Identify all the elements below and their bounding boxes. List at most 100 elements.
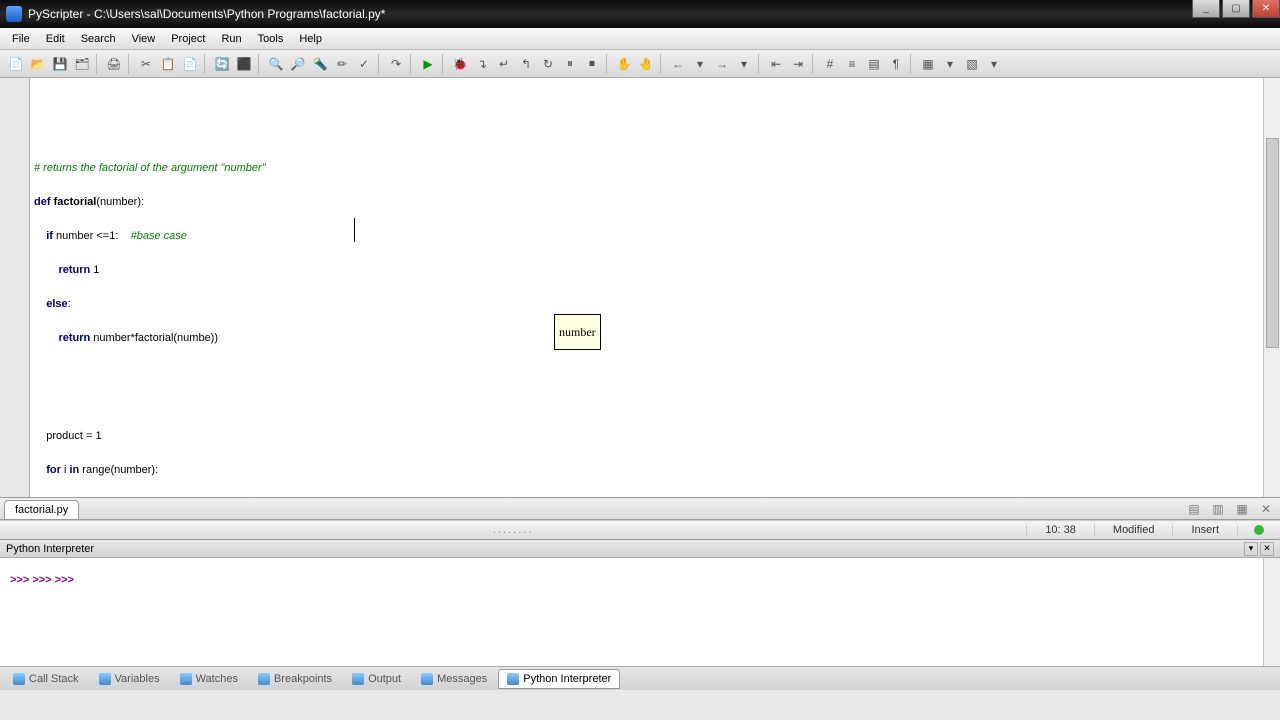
call-stack-icon bbox=[13, 673, 25, 685]
menu-tools[interactable]: Tools bbox=[250, 30, 292, 48]
maximize-button[interactable]: ▢ bbox=[1222, 0, 1250, 18]
stop2-icon[interactable]: ⏹ bbox=[582, 54, 602, 74]
minimize-button[interactable]: _ bbox=[1192, 0, 1220, 18]
toolbar: 📄 📂 💾 🗂 🖨 ✂ 📋 📄 🔄 ⬛ 🔍 🔎 🔦 ✏ ✓ ↷ ▶ 🐞 ↴ ↵ … bbox=[0, 50, 1280, 78]
breakpoints-icon bbox=[258, 673, 270, 685]
menu-file[interactable]: File bbox=[4, 30, 38, 48]
hash-icon[interactable]: # bbox=[820, 54, 840, 74]
step-over-icon[interactable]: ↴ bbox=[472, 54, 492, 74]
interpreter-header: Python Interpreter ▾ ✕ bbox=[0, 540, 1280, 558]
scroll-thumb[interactable] bbox=[1266, 138, 1279, 348]
dd2-icon[interactable]: ▾ bbox=[734, 54, 754, 74]
file-tab-factorial[interactable]: factorial.py bbox=[4, 500, 79, 519]
watches-icon bbox=[180, 673, 192, 685]
pause-icon[interactable]: ⏸ bbox=[560, 54, 580, 74]
dedent-icon[interactable]: ⇥ bbox=[788, 54, 808, 74]
status-bar: ........ 10: 38 Modified Insert bbox=[0, 520, 1280, 540]
tab-watches[interactable]: Watches bbox=[171, 669, 247, 689]
interp-scrollbar[interactable] bbox=[1263, 558, 1280, 666]
run-icon[interactable]: ▶ bbox=[418, 54, 438, 74]
dd3-icon[interactable]: ▾ bbox=[940, 54, 960, 74]
grab-icon[interactable]: 🤚 bbox=[636, 54, 656, 74]
tab-messages[interactable]: Messages bbox=[412, 669, 496, 689]
back-icon[interactable]: ← bbox=[668, 54, 688, 74]
interp-close-icon[interactable]: ✕ bbox=[1260, 542, 1274, 556]
menu-edit[interactable]: Edit bbox=[38, 30, 73, 48]
step-out-icon[interactable]: ↰ bbox=[516, 54, 536, 74]
tab-call-stack[interactable]: Call Stack bbox=[4, 669, 88, 689]
cont-icon[interactable]: ↻ bbox=[538, 54, 558, 74]
fwd-icon[interactable]: → bbox=[712, 54, 732, 74]
search-icon[interactable]: 🔍 bbox=[266, 54, 286, 74]
output-icon bbox=[352, 673, 364, 685]
status-position: 10: 38 bbox=[1026, 524, 1094, 536]
cut-icon[interactable]: ✂ bbox=[136, 54, 156, 74]
step-into-icon[interactable]: ↵ bbox=[494, 54, 514, 74]
check-icon[interactable]: ✓ bbox=[354, 54, 374, 74]
close-button[interactable]: ✕ bbox=[1252, 0, 1280, 18]
indent-icon[interactable]: ⇤ bbox=[766, 54, 786, 74]
prompt-3: >>> bbox=[55, 574, 74, 586]
tab-python-interpreter[interactable]: Python Interpreter bbox=[498, 669, 620, 689]
caret bbox=[354, 218, 355, 242]
editor-scrollbar[interactable] bbox=[1263, 78, 1280, 497]
window-titlebar: PyScripter - C:\Users\sal\Documents\Pyth… bbox=[0, 0, 1280, 28]
code-line-1: # returns the factorial of the argument … bbox=[34, 162, 266, 174]
new-icon[interactable]: 📄 bbox=[6, 54, 26, 74]
menu-search[interactable]: Search bbox=[73, 30, 124, 48]
debug-icon[interactable]: 🐞 bbox=[450, 54, 470, 74]
list-icon[interactable]: ≡ bbox=[842, 54, 862, 74]
debug-step-icon[interactable]: ↷ bbox=[386, 54, 406, 74]
copy-icon[interactable]: 📋 bbox=[158, 54, 178, 74]
window-title: PyScripter - C:\Users\sal\Documents\Pyth… bbox=[28, 7, 1274, 21]
doc-icon[interactable]: ▤ bbox=[864, 54, 884, 74]
interpreter-title: Python Interpreter bbox=[6, 543, 94, 555]
app-btn-icon[interactable]: ▦ bbox=[918, 54, 938, 74]
status-grip: ........ bbox=[0, 524, 1026, 536]
print-icon[interactable]: 🖨 bbox=[104, 54, 124, 74]
replace-icon[interactable]: 🔎 bbox=[288, 54, 308, 74]
app2-btn-icon[interactable]: ▧ bbox=[962, 54, 982, 74]
status-led-icon bbox=[1254, 525, 1264, 535]
open-icon[interactable]: 📂 bbox=[28, 54, 48, 74]
find-icon[interactable]: 🔦 bbox=[310, 54, 330, 74]
paste-icon[interactable]: 📄 bbox=[180, 54, 200, 74]
app-icon bbox=[6, 6, 22, 22]
tab-nav-icon[interactable]: ▤ bbox=[1184, 499, 1204, 519]
status-modified: Modified bbox=[1094, 524, 1173, 536]
save-icon[interactable]: 💾 bbox=[50, 54, 70, 74]
menu-bar: File Edit Search View Project Run Tools … bbox=[0, 28, 1280, 50]
messages-icon bbox=[421, 673, 433, 685]
hand-icon[interactable]: ✋ bbox=[614, 54, 634, 74]
prompt-1: >>> bbox=[10, 574, 32, 586]
dd1-icon[interactable]: ▾ bbox=[690, 54, 710, 74]
highlight-icon[interactable]: ✏ bbox=[332, 54, 352, 74]
saveall-icon[interactable]: 🗂 bbox=[72, 54, 92, 74]
code-area[interactable]: # returns the factorial of the argument … bbox=[30, 78, 1280, 497]
dd4-icon[interactable]: ▾ bbox=[984, 54, 1004, 74]
menu-project[interactable]: Project bbox=[163, 30, 213, 48]
tab-breakpoints[interactable]: Breakpoints bbox=[249, 669, 341, 689]
menu-run[interactable]: Run bbox=[213, 30, 249, 48]
refresh-icon[interactable]: 🔄 bbox=[212, 54, 232, 74]
python-interpreter[interactable]: >>> >>> >>> bbox=[0, 558, 1280, 666]
menu-help[interactable]: Help bbox=[291, 30, 330, 48]
tab-variables[interactable]: Variables bbox=[90, 669, 169, 689]
tab-list-icon[interactable]: ▥ bbox=[1208, 499, 1228, 519]
editor-gutter bbox=[0, 78, 30, 497]
python-interp-icon bbox=[507, 673, 519, 685]
code-tooltip: number bbox=[554, 314, 601, 350]
interp-pin-icon[interactable]: ▾ bbox=[1244, 542, 1258, 556]
menu-view[interactable]: View bbox=[124, 30, 164, 48]
file-tab-bar: factorial.py ▤ ▥ ▦ ✕ bbox=[0, 498, 1280, 520]
code-editor[interactable]: # returns the factorial of the argument … bbox=[0, 78, 1280, 498]
tab-output[interactable]: Output bbox=[343, 669, 410, 689]
variables-icon bbox=[99, 673, 111, 685]
status-insert: Insert bbox=[1172, 524, 1237, 536]
tab-close-icon[interactable]: ✕ bbox=[1256, 499, 1276, 519]
para-icon[interactable]: ¶ bbox=[886, 54, 906, 74]
bottom-tab-bar: Call Stack Variables Watches Breakpoints… bbox=[0, 666, 1280, 690]
prompt-2: >>> bbox=[32, 574, 54, 586]
stop-icon[interactable]: ⬛ bbox=[234, 54, 254, 74]
tab-more-icon[interactable]: ▦ bbox=[1232, 499, 1252, 519]
